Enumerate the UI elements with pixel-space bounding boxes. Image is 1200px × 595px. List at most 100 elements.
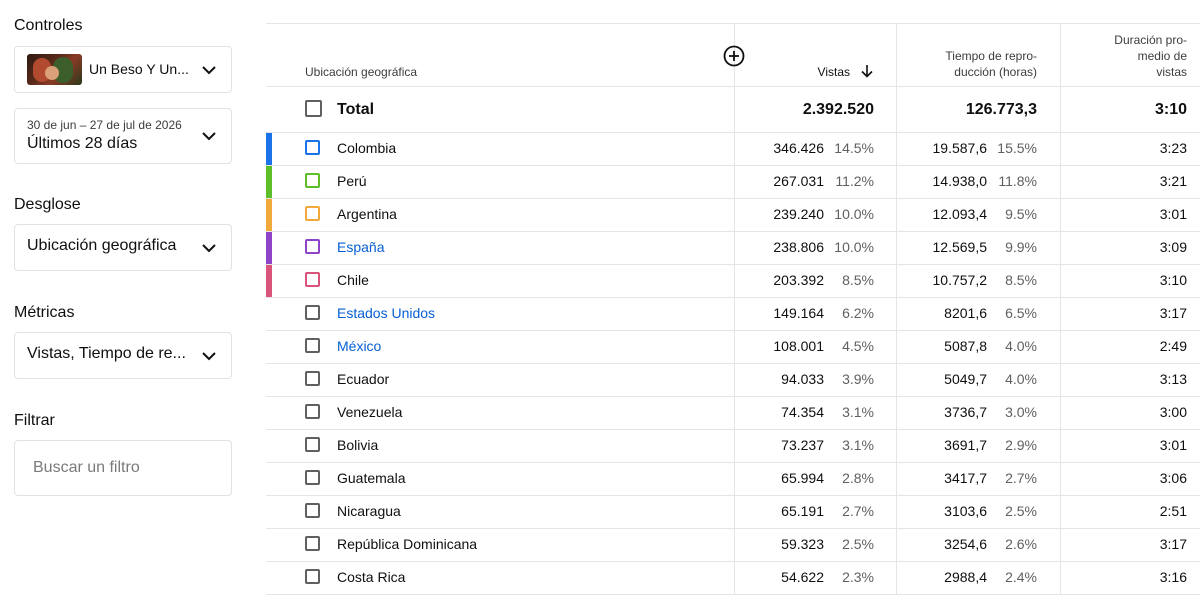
- watch-time-percent: 6.5%: [1005, 305, 1037, 321]
- watch-time-percent: 2.4%: [1005, 569, 1037, 585]
- table-row[interactable]: Chile 203.392 8.5% 10.757,2 8.5% 3:10: [266, 265, 1200, 298]
- checkbox-icon[interactable]: [305, 140, 320, 155]
- date-range-selector[interactable]: 30 de jun – 27 de jul de 2026 Últimos 28…: [14, 108, 232, 164]
- avg-duration-value: 3:23: [1159, 140, 1187, 156]
- metrics-selector[interactable]: Vistas, Tiempo de re...: [14, 332, 232, 379]
- table-row[interactable]: Colombia 346.426 14.5% 19.587,6 15.5% 3:23: [266, 133, 1200, 166]
- table-header: Ubicación geográfica Vistas Tiempo de re…: [266, 23, 1200, 87]
- chevron-down-icon: [201, 64, 217, 76]
- avg-duration-value: 3:17: [1159, 305, 1187, 321]
- watch-time-value: 3736,7: [944, 404, 987, 420]
- country-name[interactable]: México: [337, 338, 381, 354]
- avg-duration-value: 3:09: [1159, 239, 1187, 255]
- watch-time-value: 3254,6: [944, 536, 987, 552]
- views-percent: 2.7%: [842, 503, 874, 519]
- watch-time-value: 12.569,5: [932, 239, 988, 255]
- video-title: Un Beso Y Un...: [89, 61, 189, 77]
- country-name: Ecuador: [337, 371, 390, 387]
- watch-time-value: 5087,8: [944, 338, 987, 354]
- table-row[interactable]: Ecuador 94.033 3.9% 5049,7 4.0% 3:13: [266, 364, 1200, 397]
- total-views: 2.392.520: [802, 101, 874, 118]
- watch-time-percent: 11.8%: [998, 173, 1037, 189]
- checkbox-icon[interactable]: [305, 338, 320, 353]
- views-value: 65.994: [781, 470, 824, 486]
- date-range-text: 30 de jun – 27 de jul de 2026: [27, 118, 182, 132]
- table-row[interactable]: Perú 267.031 11.2% 14.938,0 11.8% 3:21: [266, 166, 1200, 199]
- watch-time-value: 19.587,6: [932, 140, 988, 156]
- watch-time-value: 3691,7: [944, 437, 987, 453]
- table-row[interactable]: Guatemala 65.994 2.8% 3417,7 2.7% 3:06: [266, 463, 1200, 496]
- country-name[interactable]: España: [337, 239, 384, 255]
- checkbox-icon[interactable]: [305, 305, 320, 320]
- country-name: Nicaragua: [337, 503, 401, 519]
- country-name: Colombia: [337, 140, 397, 156]
- views-percent: 2.8%: [842, 470, 874, 486]
- views-value: 108.001: [773, 338, 824, 354]
- breakdown-heading: Desglose: [14, 196, 81, 213]
- column-header-avg-duration[interactable]: Duración pro- medio de vistas: [1097, 32, 1187, 80]
- total-avg-duration: 3:10: [1154, 101, 1187, 118]
- checkbox-icon[interactable]: [305, 173, 320, 188]
- add-circle-icon[interactable]: [723, 45, 745, 67]
- total-label: Total: [337, 101, 375, 118]
- views-value: 238.806: [773, 239, 824, 255]
- arrow-down-icon[interactable]: [860, 63, 874, 79]
- filter-heading: Filtrar: [14, 412, 55, 429]
- total-watch-time: 126.773,3: [965, 101, 1037, 118]
- video-thumbnail: [27, 54, 82, 85]
- views-value: 73.237: [781, 437, 824, 453]
- watch-time-percent: 4.0%: [1005, 338, 1037, 354]
- checkbox-icon[interactable]: [305, 503, 320, 518]
- series-color-bar: [266, 199, 272, 231]
- watch-time-percent: 2.7%: [1005, 470, 1037, 486]
- table-row[interactable]: Bolivia 73.237 3.1% 3691,7 2.9% 3:01: [266, 430, 1200, 463]
- column-header-views[interactable]: Vistas: [818, 64, 850, 80]
- series-color-bar: [266, 232, 272, 264]
- watch-time-value: 3417,7: [944, 470, 987, 486]
- views-percent: 3.9%: [842, 371, 874, 387]
- series-color-bar: [266, 133, 272, 165]
- column-header-watch-line2: ducción (horas): [954, 65, 1037, 79]
- views-percent: 10.0%: [834, 239, 874, 255]
- watch-time-value: 12.093,4: [932, 206, 988, 222]
- column-header-geo[interactable]: Ubicación geográfica: [305, 64, 417, 80]
- checkbox-icon[interactable]: [305, 437, 320, 452]
- metrics-heading: Métricas: [14, 304, 75, 321]
- checkbox-icon[interactable]: [305, 536, 320, 551]
- chevron-down-icon: [201, 130, 217, 142]
- breakdown-selector[interactable]: Ubicación geográfica: [14, 224, 232, 271]
- table-row[interactable]: México 108.001 4.5% 5087,8 4.0% 2:49: [266, 331, 1200, 364]
- table-row[interactable]: Estados Unidos 149.164 6.2% 8201,6 6.5% 3:17: [266, 298, 1200, 331]
- avg-duration-value: 3:17: [1159, 536, 1187, 552]
- country-name: Bolivia: [337, 437, 379, 453]
- table-row[interactable]: Argentina 239.240 10.0% 12.093,4 9.5% 3:01: [266, 199, 1200, 232]
- country-name: Costa Rica: [337, 569, 406, 585]
- total-row: Total 2.392.520 126.773,3 3:10: [266, 87, 1200, 133]
- table-row[interactable]: Nicaragua 65.191 2.7% 3103,6 2.5% 2:51: [266, 496, 1200, 529]
- filter-input[interactable]: [16, 442, 216, 494]
- video-selector[interactable]: Un Beso Y Un...: [14, 46, 232, 93]
- table-row[interactable]: España 238.806 10.0% 12.569,5 9.9% 3:09: [266, 232, 1200, 265]
- checkbox-icon[interactable]: [305, 206, 320, 221]
- watch-time-value: 5049,7: [944, 371, 987, 387]
- checkbox-icon[interactable]: [305, 470, 320, 485]
- views-value: 94.033: [781, 371, 824, 387]
- views-value: 54.622: [781, 569, 824, 585]
- checkbox-icon[interactable]: [305, 272, 320, 287]
- table-row[interactable]: República Dominicana 59.323 2.5% 3254,6 2.6%…: [266, 529, 1200, 562]
- column-header-dur-line2: medio de: [1137, 49, 1187, 63]
- views-percent: 8.5%: [842, 272, 874, 288]
- checkbox-icon[interactable]: [305, 404, 320, 419]
- table-row[interactable]: Venezuela 74.354 3.1% 3736,7 3.0% 3:00: [266, 397, 1200, 430]
- checkbox-icon[interactable]: [305, 371, 320, 386]
- views-percent: 14.5%: [834, 140, 874, 156]
- watch-time-percent: 8.5%: [1005, 272, 1037, 288]
- column-header-watch-line1: Tiempo de repro-: [945, 49, 1037, 63]
- table-row[interactable]: Costa Rica 54.622 2.3% 2988,4 2.4% 3:16: [266, 562, 1200, 595]
- checkbox-icon[interactable]: [305, 239, 320, 254]
- watch-time-percent: 9.9%: [1005, 239, 1037, 255]
- column-header-watch-time[interactable]: Tiempo de repro- ducción (horas): [927, 48, 1037, 80]
- avg-duration-value: 3:06: [1159, 470, 1187, 486]
- country-name[interactable]: Estados Unidos: [337, 305, 435, 321]
- checkbox-icon[interactable]: [305, 100, 322, 117]
